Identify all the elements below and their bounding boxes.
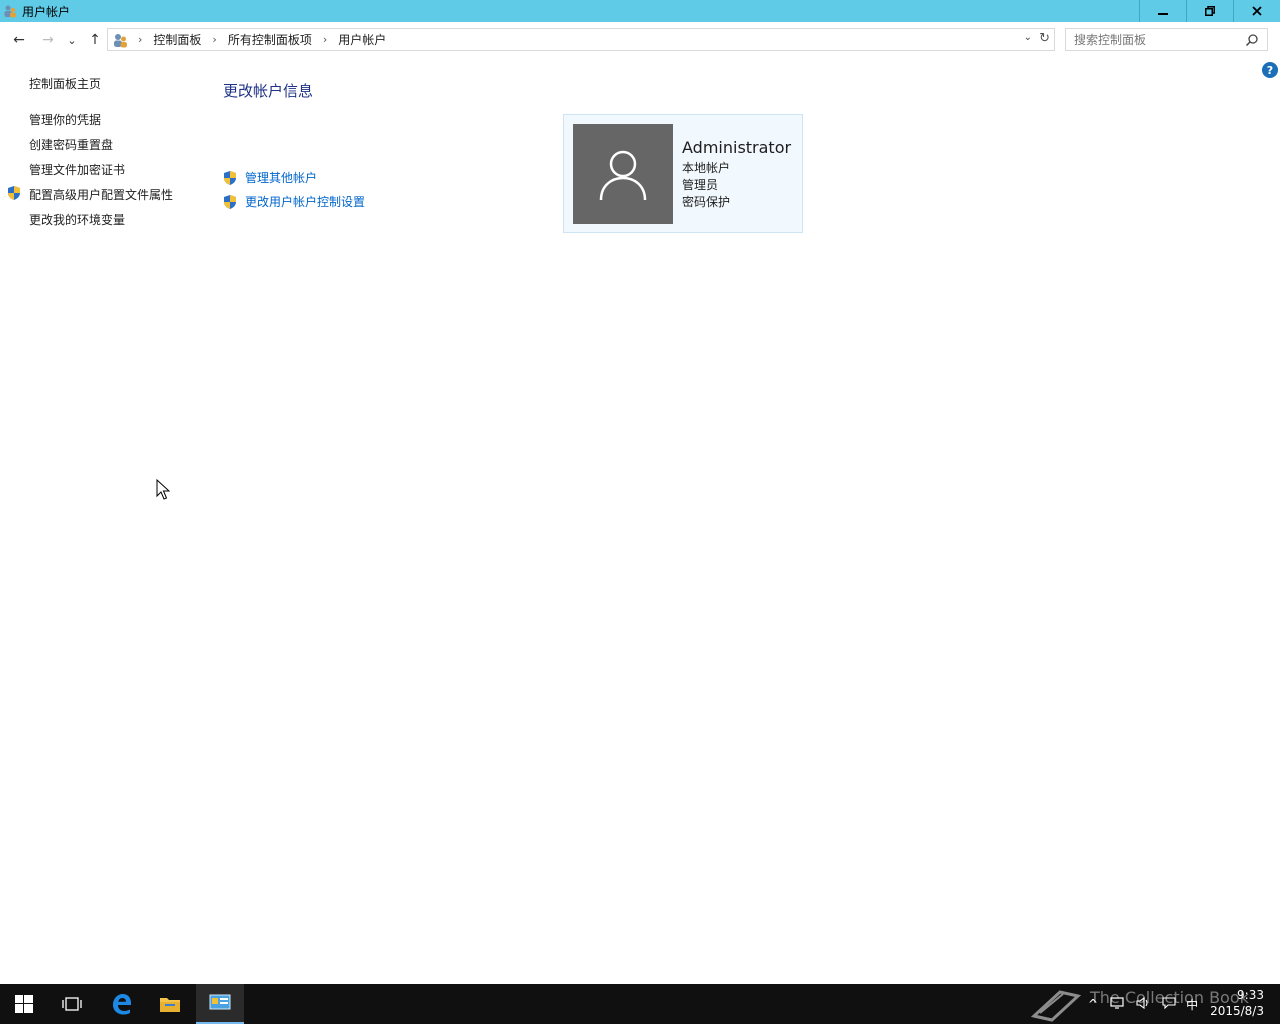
breadcrumb-control-panel[interactable]: 控制面板 (153, 31, 201, 48)
windows-logo-icon (15, 995, 33, 1013)
uac-shield-icon (224, 170, 236, 185)
close-icon (1252, 6, 1262, 16)
network-icon[interactable] (1110, 996, 1124, 1012)
watermark-book-icon (1030, 990, 1082, 1022)
navigation-bar: ← → ⌄ ↑ › 控制面板 › 所有控制面板项 › 用户帐户 ⌄ ↻ (0, 22, 1280, 58)
control-panel-taskbar-button[interactable] (196, 984, 244, 1024)
search-box[interactable] (1065, 28, 1268, 51)
breadcrumb-separator-icon[interactable]: › (212, 33, 216, 46)
edge-icon (113, 994, 131, 1015)
taskbar: The Collection Book ^ 中 9:33 2015/8/3 (0, 984, 1280, 1024)
control-panel-home-link[interactable]: 控制面板主页 (29, 75, 101, 92)
avatar[interactable] (573, 124, 673, 224)
configure-advanced-profile-properties-link[interactable]: 配置高级用户配置文件属性 (29, 186, 173, 203)
restore-icon (1205, 6, 1215, 16)
minimize-button[interactable] (1139, 0, 1186, 22)
address-dropdown-icon[interactable]: ⌄ (1024, 32, 1032, 43)
search-input[interactable] (1074, 29, 1244, 50)
system-clock[interactable]: 9:33 2015/8/3 (1210, 987, 1264, 1019)
chevron-down-icon: ⌄ (67, 33, 77, 47)
account-protection: 密码保护 (682, 195, 731, 209)
account-card: Administrator 本地帐户 管理员 密码保护 (563, 114, 803, 233)
task-view-icon (62, 997, 82, 1011)
minimize-icon (1158, 13, 1168, 15)
breadcrumb-all-control-panel-items[interactable]: 所有控制面板项 (228, 31, 312, 48)
edge-browser-button[interactable] (98, 984, 146, 1024)
change-environment-variables-link[interactable]: 更改我的环境变量 (29, 211, 125, 228)
clock-time: 9:33 (1237, 988, 1264, 1002)
change-uac-settings-link[interactable]: 更改用户帐户控制设置 (222, 193, 365, 210)
manage-other-accounts-link[interactable]: 管理其他帐户 (222, 169, 317, 186)
window-title: 用户帐户 (22, 4, 71, 19)
uac-shield-icon (224, 194, 236, 209)
control-panel-icon (209, 994, 231, 1010)
address-bar[interactable]: › 控制面板 › 所有控制面板项 › 用户帐户 ⌄ ↻ (107, 28, 1055, 51)
create-password-reset-disk-link[interactable]: 创建密码重置盘 (29, 136, 113, 153)
clock-date: 2015/8/3 (1210, 1004, 1264, 1018)
task-label[interactable]: 更改用户帐户控制设置 (245, 193, 365, 210)
back-button[interactable]: ← (10, 31, 28, 49)
mouse-cursor-icon (156, 479, 170, 500)
account-type: 本地帐户 (682, 161, 731, 175)
account-role: 管理员 (682, 178, 719, 192)
task-view-button[interactable] (48, 984, 96, 1024)
up-arrow-icon: ↑ (89, 32, 101, 48)
help-icon[interactable]: ? (1262, 62, 1278, 78)
breadcrumb-user-accounts[interactable]: 用户帐户 (338, 31, 386, 48)
file-explorer-button[interactable] (146, 984, 194, 1024)
restore-button[interactable] (1186, 0, 1233, 22)
title-bar[interactable]: 用户帐户 (0, 0, 1280, 22)
search-icon[interactable] (1245, 33, 1259, 47)
refresh-icon[interactable]: ↻ (1039, 31, 1050, 46)
up-button[interactable]: ↑ (86, 31, 104, 49)
user-accounts-icon (3, 4, 17, 18)
page-title: 更改帐户信息 (223, 82, 314, 100)
close-button[interactable] (1233, 0, 1280, 22)
folder-icon (160, 998, 180, 1012)
user-icon (599, 150, 647, 201)
task-label[interactable]: 管理其他帐户 (245, 169, 317, 186)
show-hidden-icons-icon[interactable]: ^ (1088, 997, 1098, 1011)
input-method-indicator[interactable]: 中 (1186, 996, 1198, 1013)
start-button[interactable] (0, 984, 48, 1024)
system-tray: ^ 中 (1088, 984, 1198, 1024)
forward-button[interactable]: → (39, 31, 57, 49)
manage-credentials-link[interactable]: 管理你的凭据 (29, 111, 101, 128)
breadcrumb-separator-icon[interactable]: › (323, 33, 327, 46)
action-center-icon[interactable] (1162, 996, 1176, 1012)
volume-icon[interactable] (1136, 996, 1150, 1012)
user-accounts-icon (112, 32, 128, 48)
forward-arrow-icon: → (42, 32, 54, 48)
breadcrumb-separator-icon: › (138, 33, 143, 46)
account-name: Administrator (682, 138, 792, 157)
back-arrow-icon: ← (13, 32, 25, 48)
uac-shield-icon (8, 186, 20, 200)
recent-locations-button[interactable]: ⌄ (63, 31, 81, 49)
manage-file-encryption-certificates-link[interactable]: 管理文件加密证书 (29, 161, 125, 178)
